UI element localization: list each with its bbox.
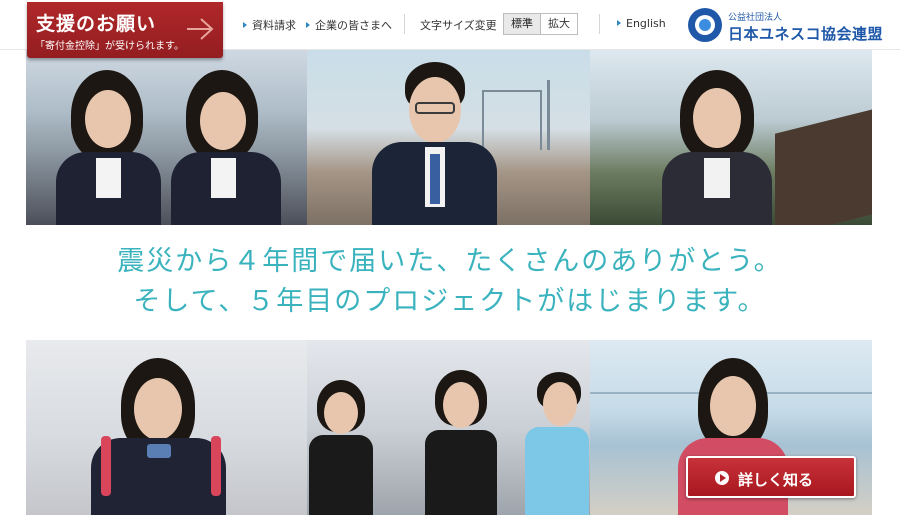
logo-org-type: 公益社団法人 bbox=[728, 13, 783, 23]
photo-two-students bbox=[26, 50, 307, 225]
donate-button[interactable]: 支援のお願い 「寄付金控除」が受けられます。 bbox=[27, 2, 223, 58]
logo-org-name: 日本ユネスコ協会連盟 bbox=[728, 25, 884, 43]
arrow-right-icon bbox=[187, 18, 214, 40]
tagline-line-1: 震災から４年間で届いた、たくさんのありがとう。 bbox=[117, 246, 783, 277]
learn-more-button[interactable]: 詳しく知る bbox=[686, 456, 856, 498]
photo-girl-with-backpack bbox=[26, 340, 307, 515]
nav-link-label: 企業の皆さまへ bbox=[315, 19, 392, 32]
donate-subtitle: 「寄付金控除」が受けられます。 bbox=[35, 41, 184, 52]
font-size-standard-button[interactable]: 標準 bbox=[503, 13, 541, 35]
photo-girl-school-building bbox=[590, 50, 872, 225]
site-logo[interactable]: 公益社団法人 日本ユネスコ協会連盟 bbox=[688, 8, 888, 44]
triangle-bullet-icon bbox=[306, 22, 310, 28]
divider bbox=[599, 14, 600, 34]
font-size-large-button[interactable]: 拡大 bbox=[540, 13, 578, 35]
triangle-bullet-icon bbox=[617, 20, 621, 26]
nav-link-label: English bbox=[626, 17, 666, 30]
tagline-line-2: そして、５年目のプロジェクトがはじまります。 bbox=[133, 286, 767, 317]
donate-title: 支援のお願い bbox=[36, 13, 157, 35]
photo-three-children bbox=[307, 340, 590, 515]
font-size-label: 文字サイズ変更 bbox=[420, 19, 497, 32]
nav-link-english[interactable]: English bbox=[617, 17, 666, 30]
divider bbox=[404, 14, 405, 34]
play-circle-icon bbox=[715, 471, 729, 485]
hero-tagline: 震災から４年間で届いた、たくさんのありがとう。 そして、５年目のプロジェクトがは… bbox=[0, 242, 900, 322]
unesco-logo-icon bbox=[688, 8, 722, 42]
nav-link-corporate[interactable]: 企業の皆さまへ bbox=[306, 17, 392, 33]
photo-boy-construction bbox=[307, 50, 590, 225]
nav-link-brochure[interactable]: 資料請求 bbox=[243, 17, 296, 33]
triangle-bullet-icon bbox=[243, 22, 247, 28]
learn-more-label: 詳しく知る bbox=[738, 471, 814, 489]
nav-link-label: 資料請求 bbox=[252, 19, 296, 32]
